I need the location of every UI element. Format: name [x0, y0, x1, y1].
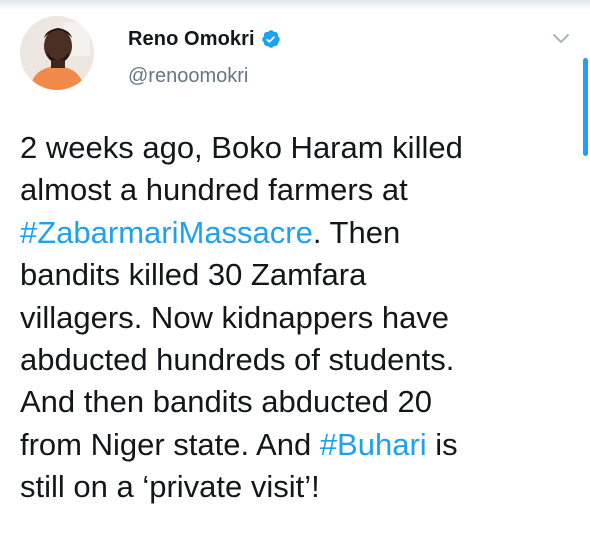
tweet-line: abducted hundreds of students. [20, 339, 575, 381]
tweet-line: almost a hundred farmers at [20, 169, 575, 211]
tweet-line: bandits killed 30 Zamfara [20, 254, 575, 296]
avatar[interactable] [20, 16, 94, 90]
verified-badge-icon [261, 29, 281, 49]
tweet-text-span: . Then [312, 214, 401, 250]
tweet-text-span: is [426, 426, 458, 462]
tweet-text-span: And then bandits abducted 20 [20, 384, 432, 420]
tweet-text-span: bandits killed 30 Zamfara [20, 257, 367, 293]
scrollbar-thumb[interactable] [583, 58, 588, 156]
tweet-text-span: from Niger state. And [20, 426, 320, 462]
author-handle[interactable]: @renoomokri [128, 65, 248, 88]
top-edge-shadow [0, 0, 590, 10]
tweet-text: 2 weeks ago, Boko Haram killed almost a … [20, 127, 575, 509]
hashtag-link-zabarmarimassacre[interactable]: #ZabarmariMassacre [20, 215, 313, 250]
tweet-text-span: 2 weeks ago, Boko Haram killed [20, 130, 463, 165]
tweet-line: from Niger state. And #Buhari is [20, 424, 575, 466]
tweet-text-span: villagers. Now kidnappers have [20, 299, 450, 335]
tweet-line: And then bandits abducted 20 [20, 381, 575, 423]
author-name-row: Reno Omokri [128, 27, 281, 51]
tweet-line: still on a ‘private visit’! [20, 466, 575, 508]
hashtag-link-buhari[interactable]: #Buhari [320, 427, 427, 462]
tweet-line: 2 weeks ago, Boko Haram killed [20, 127, 575, 169]
chevron-down-icon[interactable] [552, 32, 570, 44]
tweet-text-span: abducted hundreds of students. [20, 341, 455, 377]
tweet-text-span: still on a ‘private visit’! [20, 469, 320, 505]
author-display-name[interactable]: Reno Omokri [128, 28, 255, 51]
tweet-text-span: almost a hundred farmers at [20, 172, 408, 208]
tweet-line: villagers. Now kidnappers have [20, 297, 575, 339]
avatar-photo [20, 16, 94, 90]
tweet-line: #ZabarmariMassacre. Then [20, 212, 575, 254]
